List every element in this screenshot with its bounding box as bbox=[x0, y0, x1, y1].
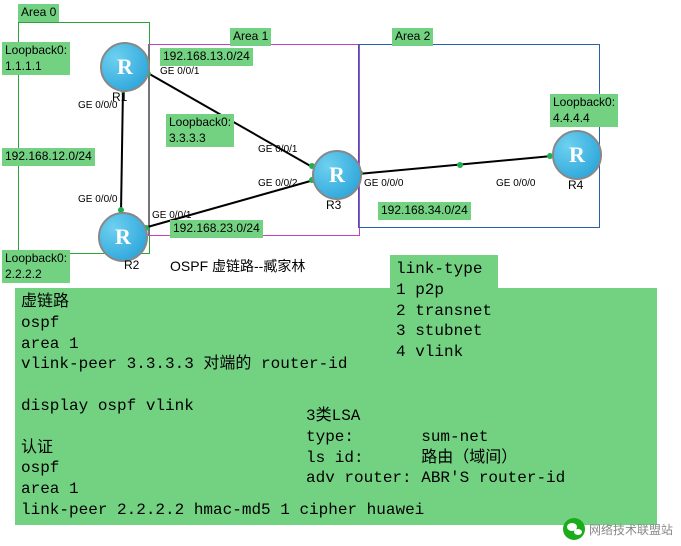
r4-loopback: Loopback0: 4.4.4.4 bbox=[550, 94, 618, 127]
r4-ge000: GE 0/0/0 bbox=[496, 178, 535, 189]
router-r2-name: R2 bbox=[124, 258, 139, 272]
router-r2: R bbox=[98, 212, 148, 262]
r3-loopback: Loopback0: 3.3.3.3 bbox=[166, 114, 234, 147]
router-r4: R bbox=[552, 130, 602, 180]
subnet-23: 192.168.23.0/24 bbox=[170, 220, 263, 238]
subnet-12: 192.168.12.0/24 bbox=[2, 148, 95, 166]
r1-loopback: Loopback0: 1.1.1.1 bbox=[2, 42, 70, 75]
area-1-label: Area 1 bbox=[230, 28, 271, 46]
subnet-34: 192.168.34.0/24 bbox=[378, 202, 471, 220]
area-2-label: Area 2 bbox=[392, 28, 433, 46]
watermark: 网络技术联盟站 bbox=[563, 518, 673, 540]
r1-ge000: GE 0/0/0 bbox=[78, 100, 117, 111]
watermark-text: 网络技术联盟站 bbox=[589, 521, 673, 538]
router-r3-name: R3 bbox=[326, 198, 341, 212]
config-right-bottom-block: 3类LSA type: sum-net ls id: 路由（域间） adv ro… bbox=[300, 402, 571, 493]
r3-ge000: GE 0/0/0 bbox=[364, 178, 403, 189]
router-r1: R bbox=[100, 42, 150, 92]
area-0-label: Area 0 bbox=[18, 4, 59, 22]
subnet-13: 192.168.13.0/24 bbox=[160, 48, 253, 66]
r2-loopback: Loopback0: 2.2.2.2 bbox=[2, 250, 70, 283]
r3-ge002: GE 0/0/2 bbox=[258, 178, 297, 189]
r2-ge000: GE 0/0/0 bbox=[78, 194, 117, 205]
diagram-caption: OSPF 虚链路--臧家林 bbox=[170, 256, 305, 276]
router-r4-name: R4 bbox=[568, 178, 583, 192]
router-r3: R bbox=[312, 150, 362, 200]
r3-ge001: GE 0/0/1 bbox=[258, 144, 297, 155]
wechat-icon bbox=[563, 518, 585, 540]
r1-ge001: GE 0/0/1 bbox=[160, 66, 199, 77]
r2-ge001: GE 0/0/1 bbox=[152, 210, 191, 221]
config-right-top-block: link-type 1 p2p 2 transnet 3 stubnet 4 v… bbox=[390, 255, 498, 367]
